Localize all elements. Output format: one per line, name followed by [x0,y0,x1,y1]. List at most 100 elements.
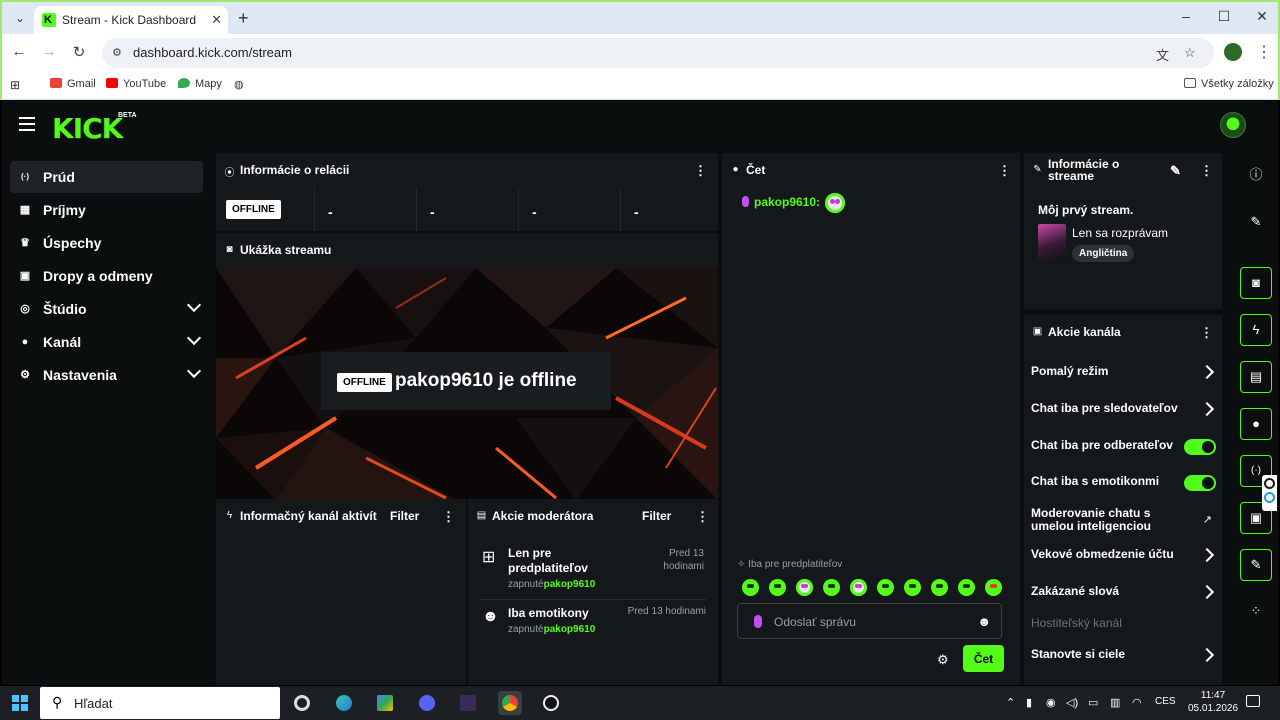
close-window-button[interactable]: ✕ [1252,8,1272,25]
layout-icon[interactable]: ⁘ [1240,596,1272,628]
game-app-icon[interactable] [456,691,480,715]
address-bar[interactable]: ⚙ dashboard.kick.com/stream 文 ☆ [102,38,1214,68]
action-followers-only[interactable]: Chat iba pre sledovateľov [1031,399,1216,421]
site-info-icon[interactable]: ⚙ [112,46,126,60]
translate-icon[interactable]: 文 [1156,45,1169,64]
hamburger-menu-icon[interactable] [19,117,35,131]
volume-icon[interactable]: ◁) [1066,696,1078,709]
extension-icon[interactable] [1264,492,1275,503]
info-icon[interactable]: ⓘ [1240,160,1272,192]
toggle-switch[interactable] [1184,475,1216,491]
action-slow-mode[interactable]: Pomalý režim [1031,362,1216,384]
minimize-button[interactable]: – [1176,8,1196,24]
filter-button[interactable]: Filter [390,509,419,523]
stream-category[interactable]: Len sa rozprávam [1072,226,1168,240]
emote-icon[interactable] [931,579,948,597]
preview-toggle-icon[interactable]: ◙ [1240,267,1272,299]
emote-icon[interactable] [958,579,975,597]
chat-bubble-icon[interactable]: ● [1240,408,1272,440]
document-icon[interactable]: ▤ [1240,361,1272,393]
tray-chevron-up-icon[interactable]: ⌃ [1006,696,1015,709]
wrench-icon: ✎ [1033,164,1042,175]
notification-icon[interactable] [1246,695,1260,707]
wifi-icon[interactable]: ◠ [1132,696,1142,709]
sidebar-item-settings[interactable]: ⚙ Nastavenia [10,359,203,391]
more-options-icon[interactable]: ⋮ [442,509,455,525]
reload-icon[interactable]: ↻ [70,43,88,61]
browser-menu-icon[interactable]: ⋮ [1256,42,1272,62]
url-text[interactable]: dashboard.kick.com/stream [133,45,292,60]
sidebar-item-channel[interactable]: ● Kanál [10,326,203,358]
mod-action-user[interactable]: pakop9610 [544,579,596,590]
taskbar-search[interactable]: ⚲ Hľadat [40,687,280,719]
emote-icon[interactable] [742,579,759,597]
action-ai-moderation[interactable]: Moderovanie chatu s umelou inteligenciou… [1031,505,1216,535]
more-options-icon[interactable]: ⋮ [696,509,709,525]
apps-grid-icon[interactable]: ⊞ [10,78,20,92]
more-options-icon[interactable]: ⋮ [998,163,1011,179]
browser-profile-icon[interactable] [1224,43,1242,61]
edge-app-icon[interactable] [332,691,356,715]
play-store-app-icon[interactable] [373,691,397,715]
action-set-goals[interactable]: Stanovte si ciele [1031,645,1216,667]
tab-search-icon[interactable]: ⌄ [10,8,30,28]
emote-icon[interactable] [769,579,786,597]
emote-icon[interactable] [850,579,867,597]
bookmark-star-icon[interactable]: ☆ [1184,45,1196,61]
chat-settings-icon[interactable]: ⚙ [937,652,949,668]
sidebar-item-drops[interactable]: ▣ Dropy a odmeny [10,260,203,292]
edit-pencil-icon[interactable]: ✎ [1170,163,1181,179]
battery-icon[interactable]: ▭ [1088,696,1098,709]
settings-app-icon[interactable] [290,691,314,715]
bookmark-mapy[interactable]: Mapy [178,78,222,90]
edit-pencil-icon[interactable]: ✎ [1240,207,1272,239]
sidebar-item-achievements[interactable]: ♛ Úspechy [10,227,203,259]
sidebar-item-revenue[interactable]: ▦ Príjmy [10,194,203,226]
forward-icon[interactable]: → [40,43,58,60]
filter-button[interactable]: Filter [642,509,671,523]
wrench-icon[interactable]: ✎ [1240,549,1272,581]
more-options-icon[interactable]: ⋮ [1200,163,1213,179]
windows-start-icon[interactable] [12,695,28,711]
close-icon[interactable] [1264,478,1275,489]
language-indicator[interactable]: CES [1155,696,1176,707]
emote-icon[interactable] [985,579,1002,597]
microphone-icon[interactable]: ▮ [1026,696,1032,709]
toggle-switch[interactable] [1184,439,1216,455]
kick-logo[interactable]: KICK [52,112,123,145]
user-avatar[interactable] [1220,112,1246,138]
all-bookmarks[interactable]: Všetky záložky [1184,78,1274,90]
floating-extension-widget[interactable] [1262,475,1277,511]
action-banned-words[interactable]: Zakázané slová [1031,582,1216,604]
emote-icon[interactable] [823,579,840,597]
sidebar-item-studio[interactable]: ◎ Štúdio [10,293,203,325]
taskbar-clock[interactable]: 11:47 05.01.2026 [1188,689,1238,715]
chat-message-input[interactable] [774,612,974,632]
emote-icon[interactable] [904,579,921,597]
tab-close-icon[interactable]: ✕ [211,12,222,28]
globe-icon[interactable]: ◍ [234,78,244,91]
browser-tab[interactable]: Stream - Kick Dashboard ✕ [34,6,228,36]
obs-app-icon[interactable] [539,691,563,715]
back-icon[interactable]: ← [10,43,28,60]
emote-icon[interactable] [796,579,813,597]
lightning-icon[interactable]: ϟ [1240,314,1272,346]
bookmark-youtube[interactable]: YouTube [106,78,166,90]
discord-tray-icon[interactable]: ◉ [1046,696,1056,709]
network-icon[interactable]: ▥ [1110,696,1120,709]
action-age-restriction[interactable]: Vekové obmedzenie účtu [1031,545,1216,567]
bookmark-gmail[interactable]: Gmail [50,78,96,90]
chat-send-button[interactable]: Čet [963,645,1004,672]
chrome-app-icon[interactable] [498,691,522,715]
more-options-icon[interactable]: ⋮ [1200,325,1213,341]
all-bookmarks-label: Všetky záložky [1201,78,1274,90]
emoji-picker-icon[interactable]: ☻ [977,614,991,629]
new-tab-button[interactable]: + [238,9,249,27]
emote-icon[interactable] [877,579,894,597]
discord-app-icon[interactable] [415,691,439,715]
more-options-icon[interactable]: ⋮ [694,163,707,179]
mod-action-user[interactable]: pakop9610 [544,624,596,635]
sidebar-item-stream[interactable]: (·) Prúd [10,161,203,193]
chat-username[interactable]: pakop9610: [754,195,820,209]
maximize-button[interactable]: ☐ [1214,8,1234,25]
